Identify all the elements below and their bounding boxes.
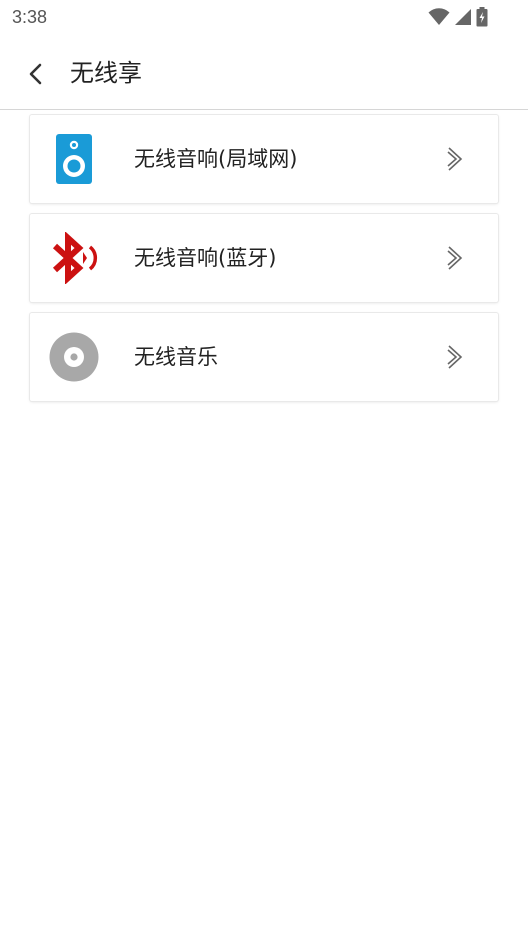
status-icons bbox=[428, 7, 488, 27]
speaker-icon bbox=[56, 134, 92, 184]
disc-icon bbox=[49, 332, 99, 382]
list-item-wireless-music[interactable]: 无线音乐 bbox=[30, 313, 498, 401]
list-item-label: 无线音响(蓝牙) bbox=[134, 246, 277, 270]
status-bar: 3:38 bbox=[0, 0, 528, 36]
speaker-icon-wrap bbox=[48, 133, 100, 185]
battery-charging-icon bbox=[476, 7, 488, 27]
list-item-label: 无线音乐 bbox=[134, 345, 218, 369]
chevron-right-icon bbox=[447, 246, 463, 270]
disc-icon-wrap bbox=[48, 331, 100, 383]
option-list: 无线音响(局域网) 无线音响(蓝牙) 无线音乐 bbox=[30, 115, 498, 412]
list-item-wireless-speaker-lan[interactable]: 无线音响(局域网) bbox=[30, 115, 498, 203]
signal-icon bbox=[455, 9, 471, 25]
app-bar: 无线享 bbox=[0, 36, 528, 110]
chevron-left-icon bbox=[29, 63, 42, 85]
list-item-label: 无线音响(局域网) bbox=[134, 147, 298, 171]
chevron-right-icon bbox=[447, 345, 463, 369]
bluetooth-icon bbox=[52, 232, 98, 284]
page-title: 无线享 bbox=[70, 59, 142, 87]
chevron-right-icon bbox=[447, 147, 463, 171]
list-item-wireless-speaker-bluetooth[interactable]: 无线音响(蓝牙) bbox=[30, 214, 498, 302]
back-button[interactable] bbox=[18, 56, 54, 92]
wifi-icon bbox=[428, 8, 450, 25]
bluetooth-icon-wrap bbox=[48, 232, 100, 284]
status-time: 3:38 bbox=[12, 7, 48, 27]
